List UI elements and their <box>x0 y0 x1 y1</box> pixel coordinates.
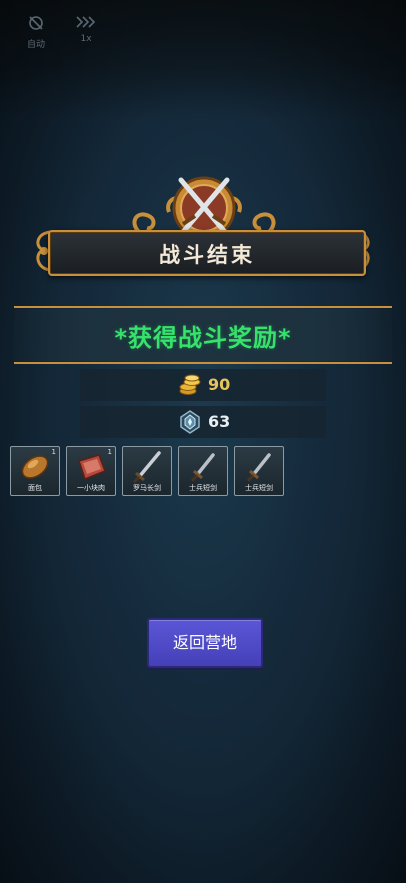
item-count: 1 <box>107 448 112 456</box>
title-banner: 战斗结束 <box>48 230 366 276</box>
longsword-icon <box>132 451 161 483</box>
item-name: 罗马长剑 <box>133 484 161 492</box>
item-slot-longsword[interactable]: 罗马长剑 <box>122 446 172 496</box>
reward-top-line <box>14 306 392 308</box>
soul-gem-icon <box>180 410 200 434</box>
return-to-camp-button[interactable]: 返回营地 <box>147 618 263 668</box>
item-slot-bread[interactable]: 1 面包 <box>10 446 60 496</box>
reward-header: *获得战斗奖励* <box>14 302 392 366</box>
shortsword-icon <box>190 453 215 482</box>
meat-icon <box>78 454 106 480</box>
item-slot-shortsword-2[interactable]: 士兵短剑 <box>234 446 284 496</box>
gold-reward-row: 90 <box>80 369 326 401</box>
item-count: 1 <box>51 448 56 456</box>
auto-label: 自动 <box>26 40 45 50</box>
item-name: 一小块肉 <box>77 484 105 492</box>
item-slot-shortsword-1[interactable]: 士兵短剑 <box>178 446 228 496</box>
gold-amount: 90 <box>208 375 231 394</box>
auto-battle-button[interactable]: 自动 <box>16 14 56 50</box>
gold-coins-icon <box>179 374 201 395</box>
shortsword-icon <box>246 453 271 482</box>
battle-end-title: 战斗结束 <box>159 243 255 267</box>
speed-label: 1x <box>80 34 92 44</box>
auto-battle-icon <box>29 16 43 30</box>
speed-button[interactable]: 1x <box>66 14 106 44</box>
item-slot-meat[interactable]: 1 一小块肉 <box>66 446 116 496</box>
top-shadow <box>0 0 406 120</box>
reward-title: *获得战斗奖励* <box>114 324 292 352</box>
item-name: 面包 <box>28 484 42 492</box>
bread-icon <box>21 455 49 479</box>
gem-reward-row: 63 <box>80 406 326 438</box>
gem-amount: 63 <box>208 412 231 431</box>
fast-forward-icon <box>76 16 96 28</box>
reward-bottom-line <box>14 362 392 364</box>
item-name: 士兵短剑 <box>245 484 273 492</box>
item-name: 士兵短剑 <box>189 484 217 492</box>
vignette <box>0 0 406 883</box>
